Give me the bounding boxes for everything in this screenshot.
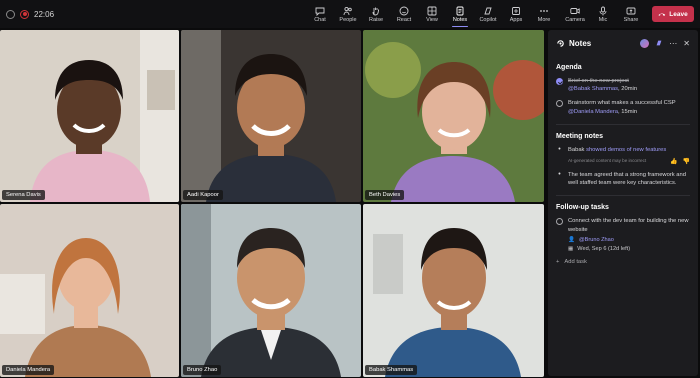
- agenda-checkbox[interactable]: [556, 78, 563, 85]
- recording-icon: [20, 9, 29, 19]
- mention-link[interactable]: @Daniela Mandera: [568, 109, 618, 115]
- calendar-icon: ▦: [568, 245, 574, 252]
- ai-disclaimer: AI-generated content may be incorrect 👍 …: [568, 158, 690, 165]
- agenda-heading: Agenda: [556, 64, 582, 71]
- meeting-timer: 22:06: [34, 9, 55, 19]
- participant-name: Babak Shammas: [365, 365, 418, 375]
- people-icon: [343, 6, 352, 15]
- mic-button[interactable]: Mic: [589, 0, 617, 28]
- note-item[interactable]: • Babak showed demos of new features: [556, 146, 690, 154]
- participant-video: [0, 30, 179, 202]
- notes-panel: Notes ⋯ ✕ Agenda Brief on the new projec…: [548, 30, 698, 376]
- participant-name: Beth Davies: [365, 190, 405, 200]
- note-highlight: showed demos of new features: [586, 146, 667, 153]
- notes-icon: [456, 6, 464, 15]
- agenda-item: Brief on the new project @Babak Shammas,…: [556, 77, 690, 93]
- top-bar: 22:06 Chat People Raise React View Notes: [0, 0, 700, 28]
- agenda-checkbox[interactable]: [556, 100, 563, 108]
- task-checkbox[interactable]: [556, 218, 563, 226]
- agenda-duration: , 20min: [618, 86, 638, 93]
- collaborator-avatar[interactable]: [640, 38, 650, 48]
- more-button[interactable]: More: [530, 0, 558, 28]
- status-area: 22:06: [6, 9, 55, 19]
- task-due-date[interactable]: ▦ Wed, Sep 6 (12d left): [568, 246, 690, 252]
- agenda-item-text: Brainstorm what makes a successful CSP: [568, 100, 676, 107]
- ai-disclaimer-text: AI-generated content may be incorrect: [568, 158, 647, 164]
- camera-button[interactable]: Camera: [561, 0, 589, 28]
- agenda-item: Brainstorm what makes a successful CSP @…: [556, 99, 690, 115]
- copilot-icon: [484, 7, 492, 14]
- participant-video: [181, 30, 361, 202]
- video-tile[interactable]: Beth Davies: [363, 30, 544, 202]
- divider: [556, 123, 690, 125]
- mention-link[interactable]: @Babak Shammas: [568, 86, 618, 92]
- react-button[interactable]: React: [390, 0, 418, 28]
- plus-icon: +: [556, 258, 560, 265]
- camera-icon: [570, 7, 580, 14]
- video-tile[interactable]: Daniela Mandera: [0, 204, 179, 377]
- leave-button[interactable]: Leave: [652, 6, 694, 22]
- video-tile[interactable]: Babak Shammas: [363, 204, 544, 377]
- participant-name: Bruno Zhao: [183, 365, 222, 375]
- view-button[interactable]: View: [418, 0, 446, 28]
- close-icon[interactable]: ✕: [683, 39, 690, 48]
- copilot-icon[interactable]: [655, 39, 663, 47]
- task-text: Connect with the dev team for building t…: [568, 218, 689, 233]
- video-tile[interactable]: Aadi Kapoor: [181, 30, 361, 202]
- participant-video: [363, 30, 544, 202]
- more-options-icon[interactable]: ⋯: [669, 39, 677, 48]
- bullet-icon: •: [558, 145, 561, 153]
- apps-icon: [512, 6, 520, 15]
- grid-icon: [427, 6, 437, 15]
- video-tile[interactable]: Bruno Zhao: [181, 204, 361, 377]
- participant-video: [363, 204, 544, 377]
- meeting-toolbar: Chat People Raise React View Notes Copil…: [306, 0, 558, 28]
- note-item[interactable]: • The team agreed that a strong framewor…: [556, 171, 690, 187]
- person-icon: 👤: [568, 236, 575, 243]
- task-assignee[interactable]: 👤 @Bruno Zhao: [568, 237, 690, 243]
- agenda-item-text: Brief on the new project: [568, 78, 629, 84]
- divider: [556, 195, 690, 197]
- chat-button[interactable]: Chat: [306, 0, 334, 28]
- participant-name: Aadi Kapoor: [183, 190, 223, 200]
- notes-button[interactable]: Notes: [446, 0, 474, 28]
- phone-hangup-icon: [659, 13, 666, 16]
- loop-icon: [557, 39, 564, 47]
- add-task-label: Add task: [564, 258, 587, 265]
- mic-icon: [599, 6, 607, 15]
- raise-hand-button[interactable]: Raise: [362, 0, 390, 28]
- note-text: The team agreed that a strong framework …: [568, 172, 686, 187]
- feedback-actions: 👍 👎: [670, 158, 690, 165]
- share-button[interactable]: Share: [617, 0, 645, 28]
- apps-button[interactable]: Apps: [502, 0, 530, 28]
- thumbs-up-icon[interactable]: 👍: [670, 158, 677, 165]
- copilot-button[interactable]: Copilot: [474, 0, 502, 28]
- device-controls: Camera Mic Share: [561, 0, 645, 28]
- participant-video: [0, 204, 179, 377]
- bullet-icon: •: [558, 171, 561, 179]
- more-icon: [540, 9, 548, 12]
- thumbs-down-icon[interactable]: 👎: [683, 158, 690, 165]
- participant-video: [181, 204, 361, 377]
- agenda-duration: , 15min: [618, 108, 638, 115]
- note-prefix: Babak: [568, 146, 587, 153]
- participant-name: Serena Davis: [2, 190, 45, 200]
- add-task-button[interactable]: + Add task: [556, 259, 690, 265]
- participant-name: Daniela Mandera: [2, 365, 55, 375]
- smile-icon: [399, 6, 409, 15]
- people-button[interactable]: People: [334, 0, 362, 28]
- video-tile[interactable]: Serena Davis: [0, 30, 179, 202]
- meeting-notes-heading: Meeting notes: [556, 132, 604, 140]
- mention-link: @Bruno Zhao: [578, 236, 614, 243]
- notes-panel-header: Notes ⋯ ✕: [556, 30, 690, 56]
- due-date-text: Wed, Sep 6 (12d left): [577, 245, 631, 252]
- share-icon: [626, 7, 636, 14]
- shield-icon: [6, 9, 15, 19]
- chat-icon: [315, 7, 325, 16]
- panel-title: Notes: [569, 38, 592, 48]
- panel-actions: ⋯ ✕: [640, 38, 690, 48]
- followup-heading: Follow-up tasks: [556, 204, 609, 212]
- task-item: Connect with the dev team for building t…: [556, 217, 690, 233]
- hand-icon: [372, 7, 379, 15]
